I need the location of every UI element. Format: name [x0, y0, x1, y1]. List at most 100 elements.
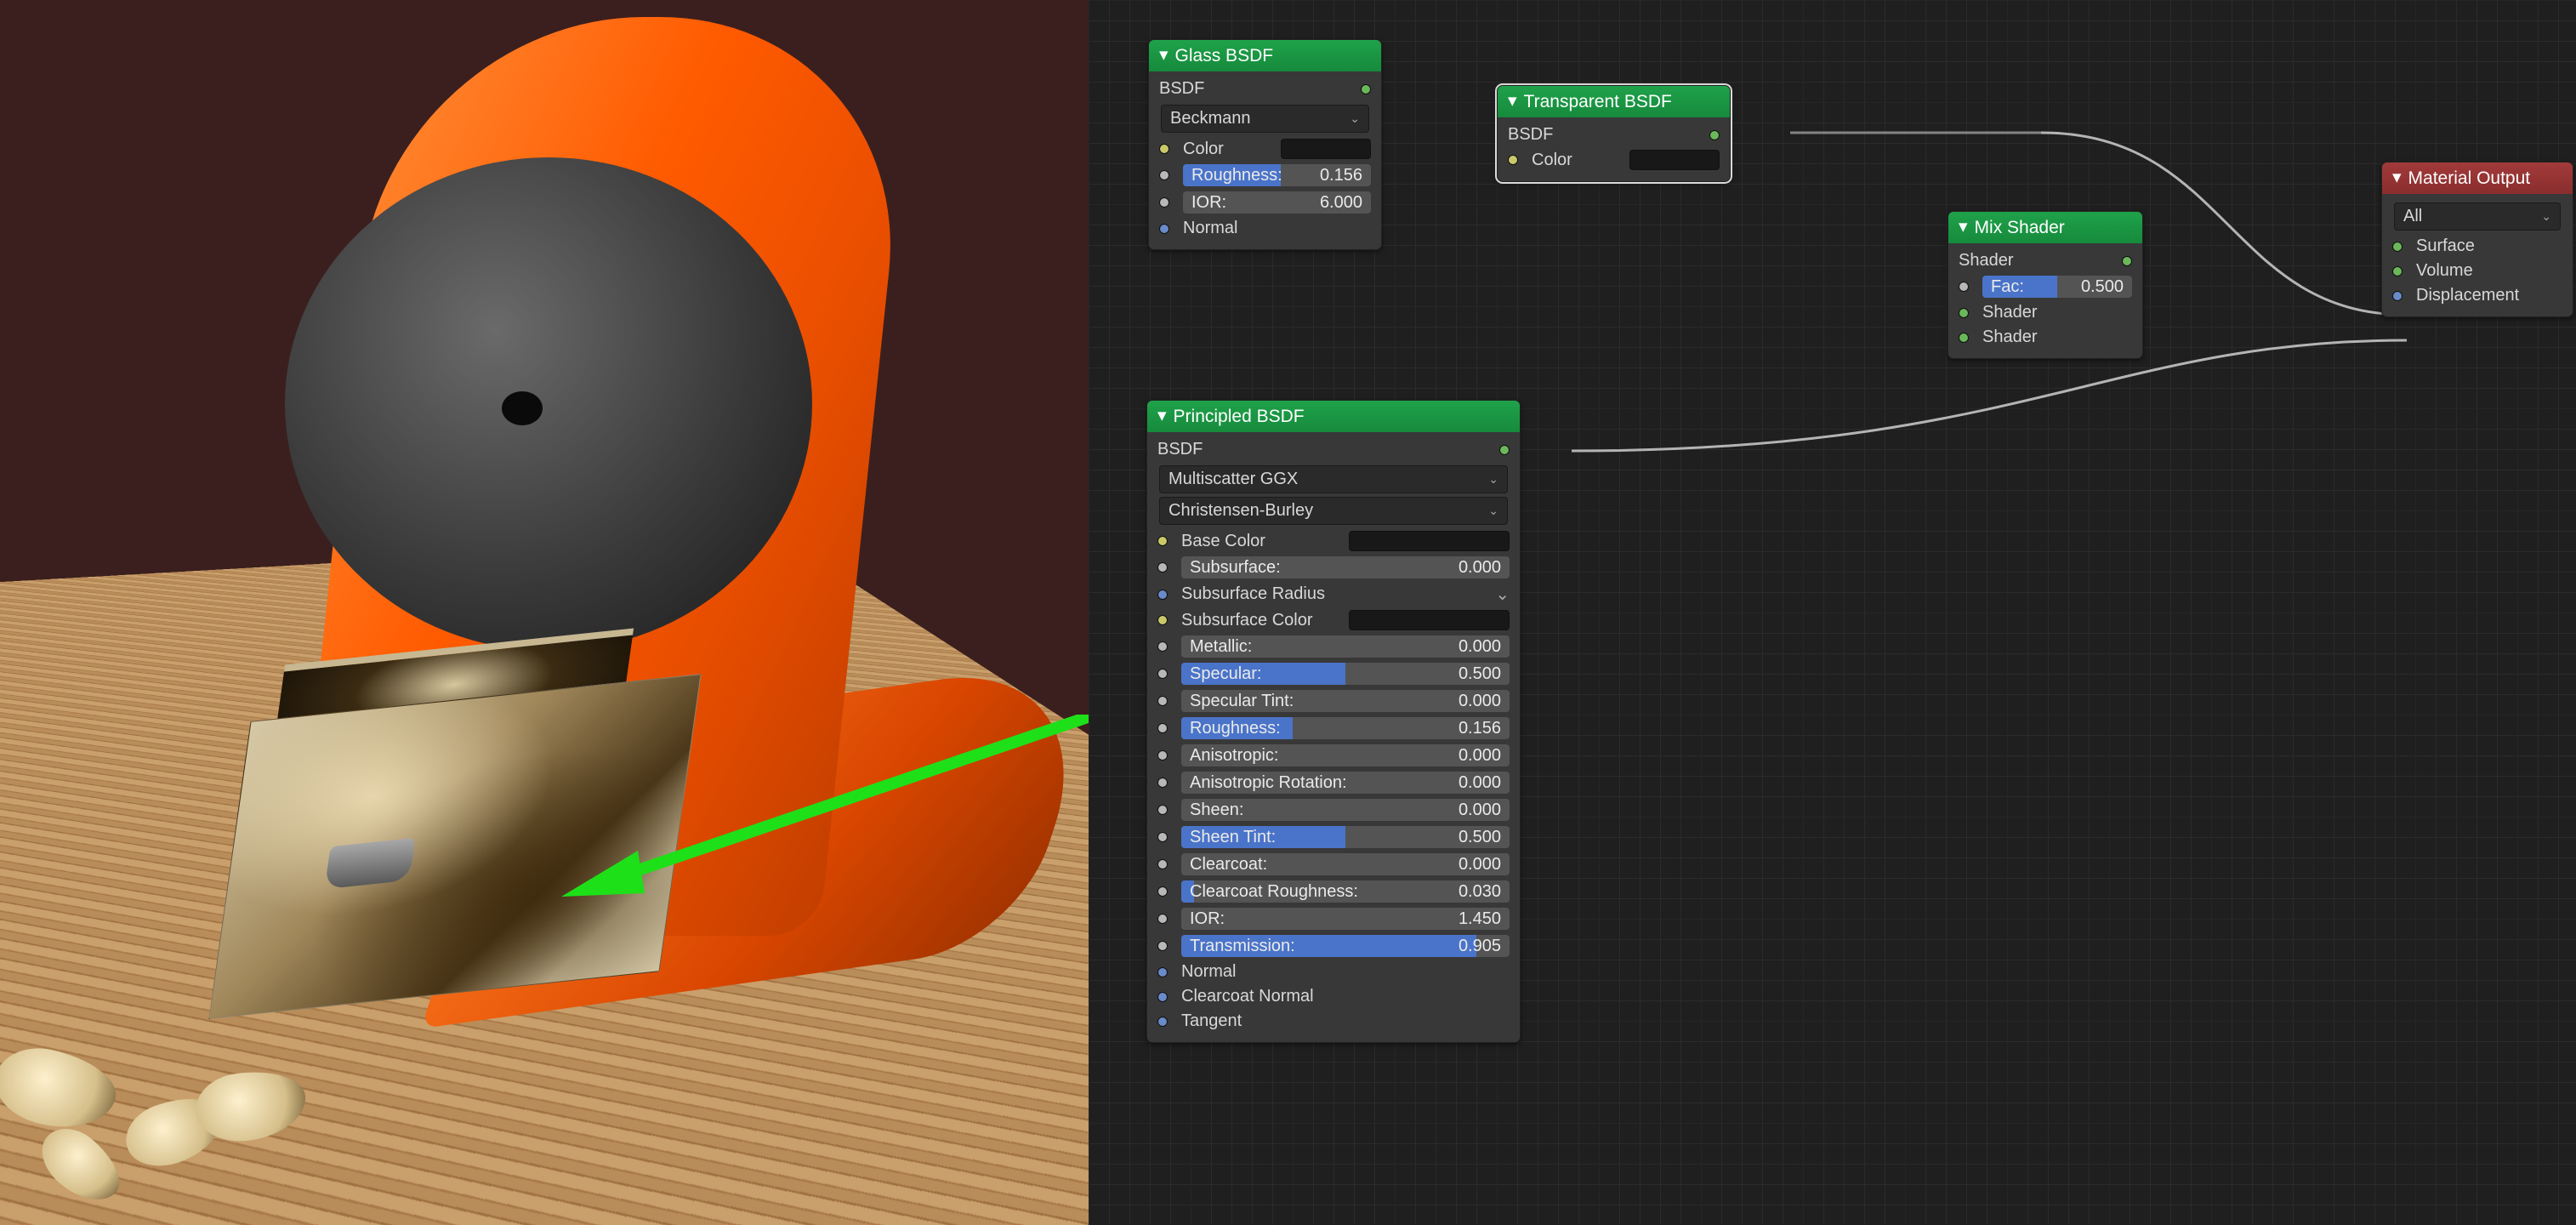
collapse-icon[interactable]: ▾ [1159, 44, 1169, 66]
principled-row[interactable]: IOR:1.450 [1154, 905, 1513, 932]
node-mix-shader[interactable]: ▾ Mix Shader Shader Fac: 0.500 Shader [1948, 211, 2143, 359]
node-editor[interactable]: ▾ Glass BSDF BSDF Beckmann ⌄ Color Ro [1089, 0, 2576, 1225]
displacement-socket[interactable] [2392, 291, 2403, 301]
fac-slider[interactable]: Fac: 0.500 [1982, 276, 2132, 298]
output-label: BSDF [1159, 79, 1204, 99]
volume-socket[interactable] [2392, 266, 2403, 276]
vector-socket[interactable] [1157, 967, 1168, 977]
value-slider[interactable]: Specular:0.500 [1181, 663, 1510, 685]
bsdf-output-socket[interactable] [1709, 130, 1720, 140]
chevron-down-icon[interactable]: ⌄ [1495, 584, 1510, 605]
principled-row[interactable]: Anisotropic Rotation:0.000 [1154, 769, 1513, 796]
node-glass-bsdf[interactable]: ▾ Glass BSDF BSDF Beckmann ⌄ Color Ro [1148, 39, 1382, 250]
value-socket[interactable] [1157, 805, 1168, 815]
mix-header[interactable]: ▾ Mix Shader [1948, 212, 2142, 243]
node-principled-bsdf[interactable]: ▾ Principled BSDF BSDF Multiscatter GGX … [1146, 400, 1521, 1043]
principled-row[interactable]: Metallic:0.000 [1154, 633, 1513, 660]
principled-row[interactable]: Specular Tint:0.000 [1154, 687, 1513, 715]
bsdf-output-socket[interactable] [1361, 84, 1371, 94]
value-slider[interactable]: IOR:1.450 [1181, 908, 1510, 930]
color-socket[interactable] [1159, 144, 1169, 154]
value-socket[interactable] [1157, 669, 1168, 679]
value-slider[interactable]: Anisotropic:0.000 [1181, 744, 1510, 766]
chevron-down-icon: ⌄ [1488, 472, 1498, 487]
value-slider[interactable]: Metallic:0.000 [1181, 635, 1510, 658]
value-socket[interactable] [1157, 696, 1168, 706]
value-slider[interactable]: Sheen Tint:0.500 [1181, 826, 1510, 848]
principled-row[interactable]: Clearcoat:0.000 [1154, 851, 1513, 878]
color-socket[interactable] [1157, 536, 1168, 546]
render-preview [0, 0, 1089, 1225]
vector-socket[interactable] [1157, 590, 1168, 600]
surface-socket[interactable] [2392, 242, 2403, 252]
vector-socket[interactable] [1157, 1017, 1168, 1027]
color-swatch[interactable] [1349, 531, 1510, 551]
principled-row[interactable]: Clearcoat Normal [1154, 984, 1513, 1009]
value-slider[interactable]: Roughness:0.156 [1181, 717, 1510, 739]
value-slider[interactable]: Clearcoat:0.000 [1181, 853, 1510, 875]
color-socket[interactable] [1508, 155, 1518, 165]
collapse-icon[interactable]: ▾ [2392, 167, 2402, 188]
color-swatch[interactable] [1629, 150, 1720, 170]
value-slider[interactable]: Sheen:0.000 [1181, 799, 1510, 821]
collapse-icon[interactable]: ▾ [1508, 90, 1517, 111]
normal-socket[interactable] [1159, 224, 1169, 234]
node-transparent-bsdf[interactable]: ▾ Transparent BSDF BSDF Color [1497, 85, 1731, 182]
color-swatch[interactable] [1349, 610, 1510, 630]
principled-row[interactable]: Clearcoat Roughness:0.030 [1154, 878, 1513, 905]
value-socket[interactable] [1157, 941, 1168, 951]
principled-row[interactable]: Roughness:0.156 [1154, 715, 1513, 742]
node-title: Material Output [2408, 168, 2531, 189]
transparent-header[interactable]: ▾ Transparent BSDF [1498, 86, 1730, 117]
shader-socket-2[interactable] [1959, 333, 1969, 343]
principled-row[interactable]: Base Color [1154, 528, 1513, 554]
ior-slider[interactable]: IOR: 6.000 [1183, 191, 1371, 214]
value-socket[interactable] [1157, 832, 1168, 842]
value-socket[interactable] [1157, 886, 1168, 897]
output-header[interactable]: ▾ Material Output [2382, 162, 2573, 194]
value-socket[interactable] [1157, 859, 1168, 869]
value-socket[interactable] [1157, 723, 1168, 733]
value-slider[interactable]: Subsurface:0.000 [1181, 556, 1510, 578]
chevron-down-icon: ⌄ [1488, 504, 1498, 518]
principled-sss-dropdown[interactable]: Christensen-Burley ⌄ [1159, 497, 1508, 525]
collapse-icon[interactable]: ▾ [1157, 405, 1167, 426]
output-target-dropdown[interactable]: All ⌄ [2394, 202, 2561, 231]
principled-row[interactable]: Tangent [1154, 1009, 1513, 1034]
value-socket[interactable] [1157, 778, 1168, 788]
principled-row[interactable]: Specular:0.500 [1154, 660, 1513, 687]
principled-header[interactable]: ▾ Principled BSDF [1147, 401, 1520, 432]
shader-output-socket[interactable] [2122, 256, 2132, 266]
principled-row[interactable]: Subsurface Color [1154, 607, 1513, 633]
principled-row[interactable]: Normal [1154, 960, 1513, 984]
color-swatch[interactable] [1281, 139, 1372, 159]
principled-distribution-dropdown[interactable]: Multiscatter GGX ⌄ [1159, 465, 1508, 493]
value-slider[interactable]: Specular Tint:0.000 [1181, 690, 1510, 712]
principled-row[interactable]: Anisotropic:0.000 [1154, 742, 1513, 769]
principled-row[interactable]: Transmission:0.905 [1154, 932, 1513, 960]
value-socket[interactable] [1157, 641, 1168, 652]
value-slider[interactable]: Clearcoat Roughness:0.030 [1181, 880, 1510, 903]
roughness-slider[interactable]: Roughness: 0.156 [1183, 164, 1371, 186]
shader-socket-1[interactable] [1959, 308, 1969, 318]
value-socket[interactable] [1157, 562, 1168, 573]
value-slider[interactable]: Transmission:0.905 [1181, 935, 1510, 957]
value-socket[interactable] [1157, 914, 1168, 924]
glass-distribution-dropdown[interactable]: Beckmann ⌄ [1161, 105, 1369, 133]
principled-row[interactable]: Subsurface Radius⌄ [1154, 581, 1513, 607]
chevron-down-icon: ⌄ [1350, 111, 1360, 126]
ior-socket[interactable] [1159, 197, 1169, 208]
roughness-socket[interactable] [1159, 170, 1169, 180]
collapse-icon[interactable]: ▾ [1959, 216, 1968, 237]
color-socket[interactable] [1157, 615, 1168, 625]
bsdf-output-socket[interactable] [1499, 445, 1510, 455]
node-material-output[interactable]: ▾ Material Output All ⌄ Surface Volume D… [2381, 162, 2573, 317]
vector-socket[interactable] [1157, 992, 1168, 1002]
principled-row[interactable]: Subsurface:0.000 [1154, 554, 1513, 581]
value-socket[interactable] [1157, 750, 1168, 761]
principled-row[interactable]: Sheen:0.000 [1154, 796, 1513, 823]
value-slider[interactable]: Anisotropic Rotation:0.000 [1181, 772, 1510, 794]
principled-row[interactable]: Sheen Tint:0.500 [1154, 823, 1513, 851]
fac-socket[interactable] [1959, 282, 1969, 292]
glass-header-icon[interactable]: ▾ Glass BSDF [1149, 40, 1381, 71]
